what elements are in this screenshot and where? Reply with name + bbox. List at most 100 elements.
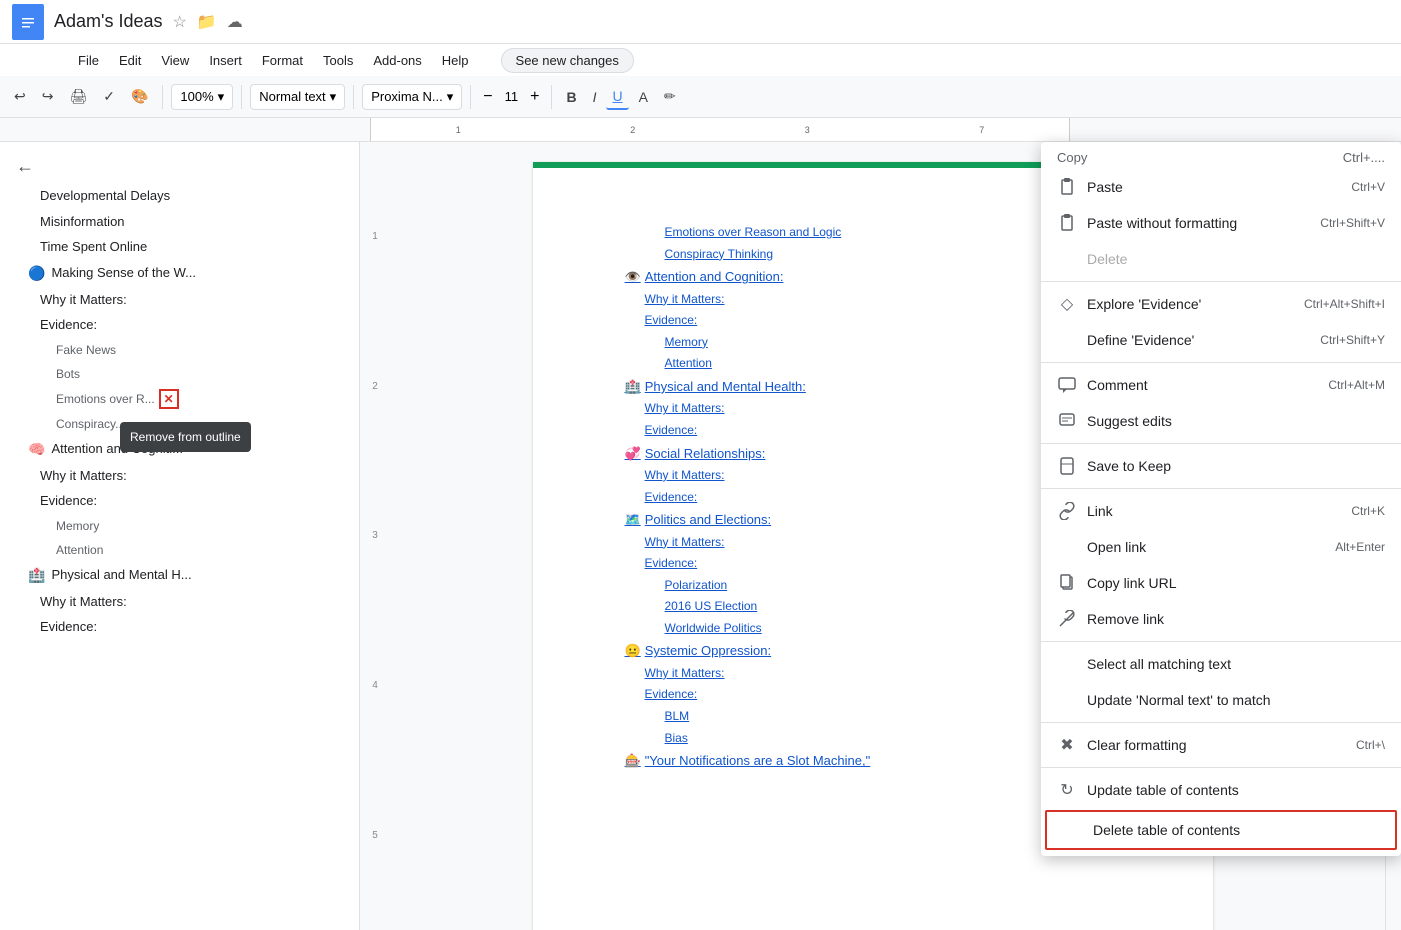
see-changes-button[interactable]: See new changes <box>501 48 634 73</box>
suggest-label: Suggest edits <box>1087 413 1172 429</box>
context-menu: Copy Ctrl+.... Paste Ctrl+V Paste withou… <box>1041 142 1401 856</box>
font-size-decrease[interactable]: − <box>479 86 496 108</box>
paste-no-format-label: Paste without formatting <box>1087 215 1237 231</box>
outline-back-button[interactable]: ← <box>0 150 359 183</box>
font-size-control[interactable]: − 11 + <box>479 86 543 108</box>
redo-button[interactable]: ↪ <box>36 84 60 109</box>
outline-item[interactable]: Misinformation <box>0 209 359 235</box>
outline-item[interactable]: Evidence: <box>0 312 359 338</box>
menu-view[interactable]: View <box>153 49 197 72</box>
font-select[interactable]: Proxima N... ▾ <box>362 84 462 110</box>
text-color-button[interactable]: A <box>633 85 654 109</box>
spellcheck-button[interactable]: ✓ <box>97 84 121 109</box>
folder-icon[interactable]: 📁 <box>197 12 217 32</box>
menu-help[interactable]: Help <box>434 49 477 72</box>
comment-icon <box>1057 375 1077 395</box>
remove-link-icon <box>1057 609 1077 629</box>
print-button[interactable]: 🖨 <box>63 84 93 109</box>
clear-format-label: Clear formatting <box>1087 737 1187 753</box>
ctx-select-all[interactable]: Select all matching text <box>1041 646 1401 682</box>
open-link-shortcut: Alt+Enter <box>1335 540 1385 554</box>
toolbar-divider-2 <box>241 85 242 109</box>
undo-button[interactable]: ↩ <box>8 84 32 109</box>
bold-button[interactable]: B <box>560 85 582 109</box>
menu-bar: File Edit View Insert Format Tools Add-o… <box>0 44 1401 76</box>
star-icon[interactable]: ☆ <box>173 12 187 32</box>
toolbar-divider-4 <box>470 85 471 109</box>
highlight-button[interactable]: ✏ <box>658 84 682 109</box>
open-link-icon <box>1057 537 1077 557</box>
ctx-define[interactable]: Define 'Evidence' Ctrl+Shift+Y <box>1041 322 1401 358</box>
outline-item[interactable]: Fake News <box>0 338 359 362</box>
outline-item-icon: 🔵 <box>28 263 45 284</box>
outline-item[interactable]: Attention <box>0 538 359 562</box>
outline-item[interactable]: Developmental Delays <box>0 183 359 209</box>
ctx-paste-no-format[interactable]: Paste without formatting Ctrl+Shift+V <box>1041 205 1401 241</box>
toolbar: ↩ ↪ 🖨 ✓ 🎨 100% ▾ Normal text ▾ Proxima N… <box>0 76 1401 118</box>
outline-item[interactable]: Why it Matters: <box>0 287 359 313</box>
ctx-save-keep[interactable]: Save to Keep <box>1041 448 1401 484</box>
doc-app-icon <box>12 4 44 40</box>
menu-addons[interactable]: Add-ons <box>365 49 429 72</box>
paste-shortcut: Ctrl+V <box>1351 180 1385 194</box>
save-keep-label: Save to Keep <box>1087 458 1171 474</box>
ruler-inner: 1 2 3 7 <box>370 118 1070 141</box>
style-select[interactable]: Normal text ▾ <box>250 84 345 110</box>
link-label: Link <box>1087 503 1113 519</box>
menu-format[interactable]: Format <box>254 49 311 72</box>
ctx-comment[interactable]: Comment Ctrl+Alt+M <box>1041 367 1401 403</box>
explore-icon: ◇ <box>1057 294 1077 314</box>
ctx-delete: Delete <box>1041 241 1401 277</box>
ctx-link[interactable]: Link Ctrl+K <box>1041 493 1401 529</box>
ctx-divider-1 <box>1041 281 1401 282</box>
italic-button[interactable]: I <box>587 85 603 109</box>
font-size-increase[interactable]: + <box>526 86 543 108</box>
ctx-remove-link[interactable]: Remove link <box>1041 601 1401 637</box>
ctx-partial-copy: Copy Ctrl+.... <box>1041 146 1401 169</box>
toolbar-divider-3 <box>353 85 354 109</box>
outline-item[interactable]: Bots <box>0 362 359 386</box>
paste-label: Paste <box>1087 179 1123 195</box>
outline-item[interactable]: 🔵 Making Sense of the W... <box>0 260 359 287</box>
menu-file[interactable]: File <box>70 49 107 72</box>
menu-edit[interactable]: Edit <box>111 49 149 72</box>
outline-item[interactable]: Why it Matters: <box>0 589 359 615</box>
outline-item[interactable]: Memory <box>0 514 359 538</box>
ctx-update-toc[interactable]: ↻ Update table of contents <box>1041 772 1401 808</box>
ctx-delete-toc[interactable]: Delete table of contents <box>1045 810 1397 850</box>
ctx-update-normal-text[interactable]: Update 'Normal text' to match <box>1041 682 1401 718</box>
ctx-suggest[interactable]: Suggest edits <box>1041 403 1401 439</box>
update-toc-label: Update table of contents <box>1087 782 1239 798</box>
outline-item[interactable]: Time Spent Online <box>0 234 359 260</box>
ctx-clear-formatting[interactable]: ✖ Clear formatting Ctrl+\ <box>1041 727 1401 763</box>
menu-tools[interactable]: Tools <box>315 49 361 72</box>
paste-no-format-icon <box>1057 213 1077 233</box>
ctx-open-link[interactable]: Open link Alt+Enter <box>1041 529 1401 565</box>
outline-item-with-remove[interactable]: Emotions over R... ✕ Remove from outline <box>0 386 359 412</box>
keep-icon <box>1057 456 1077 476</box>
line-numbers: 1 2 3 4 5 <box>360 142 390 930</box>
remove-link-label: Remove link <box>1087 611 1164 627</box>
ctx-divider-7 <box>1041 767 1401 768</box>
ctx-copy-link-url[interactable]: Copy link URL <box>1041 565 1401 601</box>
ctx-paste[interactable]: Paste Ctrl+V <box>1041 169 1401 205</box>
zoom-select[interactable]: 100% ▾ <box>171 84 233 110</box>
menu-insert[interactable]: Insert <box>201 49 250 72</box>
copy-link-url-label: Copy link URL <box>1087 575 1176 591</box>
remove-from-outline-button[interactable]: ✕ <box>159 389 179 409</box>
ctx-explore[interactable]: ◇ Explore 'Evidence' Ctrl+Alt+Shift+I <box>1041 286 1401 322</box>
cloud-icon[interactable]: ☁ <box>227 12 243 32</box>
remove-outline-tooltip: Remove from outline <box>120 422 251 452</box>
outline-item[interactable]: Evidence: <box>0 488 359 514</box>
top-bar: Adam's Ideas ☆ 📁 ☁ <box>0 0 1401 44</box>
link-shortcut: Ctrl+K <box>1351 504 1385 518</box>
underline-button[interactable]: U <box>606 84 628 110</box>
outline-item[interactable]: Why it Matters: <box>0 463 359 489</box>
comment-shortcut: Ctrl+Alt+M <box>1328 378 1385 392</box>
main-area: ← Developmental Delays Misinformation Ti… <box>0 142 1401 930</box>
outline-item[interactable]: 🏥 Physical and Mental H... <box>0 562 359 589</box>
define-label: Define 'Evidence' <box>1087 332 1194 348</box>
update-normal-icon <box>1057 690 1077 710</box>
paint-format-button[interactable]: 🎨 <box>125 84 154 109</box>
outline-item[interactable]: Evidence: <box>0 614 359 640</box>
